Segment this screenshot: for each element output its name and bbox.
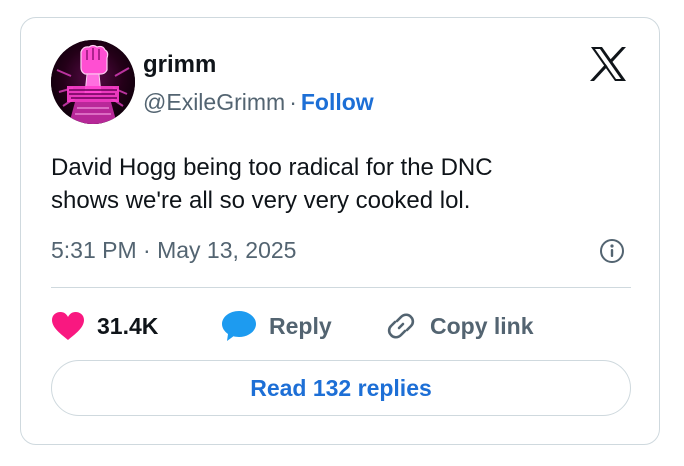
copy-link-label: Copy link [430,312,534,339]
author-handle[interactable]: @ExileGrimm [143,89,285,115]
author-handle-row: @ExileGrimm · Follow [143,88,374,116]
reply-button[interactable]: Reply [221,310,332,342]
tweet-timestamp[interactable]: 5:31 PM · May 13, 2025 [51,236,296,264]
author-display-name[interactable]: grimm [143,51,216,79]
link-icon [387,313,415,339]
raised-fist-avatar-icon [51,40,135,124]
heart-icon [52,312,84,340]
tweet-embed-card: grimm @ExileGrimm · Follow David Hogg bein… [20,17,660,445]
divider [51,287,631,288]
copy-link-button[interactable]: Copy link [384,310,534,342]
info-icon[interactable] [599,238,625,264]
likes-count: 31.4K [97,312,159,339]
x-logo-icon[interactable] [589,46,627,82]
follow-button[interactable]: Follow [301,89,374,115]
like-button[interactable]: 31.4K [51,310,158,342]
reply-label: Reply [269,312,332,339]
read-replies-button[interactable]: Read 132 replies [51,360,631,416]
separator-dot: · [289,89,297,115]
speech-bubble-icon [222,311,256,341]
tweet-text: David Hogg being too radical for the DNC… [51,151,631,217]
avatar[interactable] [51,40,135,124]
tweet-text-line: David Hogg being too radical for the DNC [51,154,493,181]
tweet-text-line: shows we're all so very very cooked lol. [51,187,471,214]
